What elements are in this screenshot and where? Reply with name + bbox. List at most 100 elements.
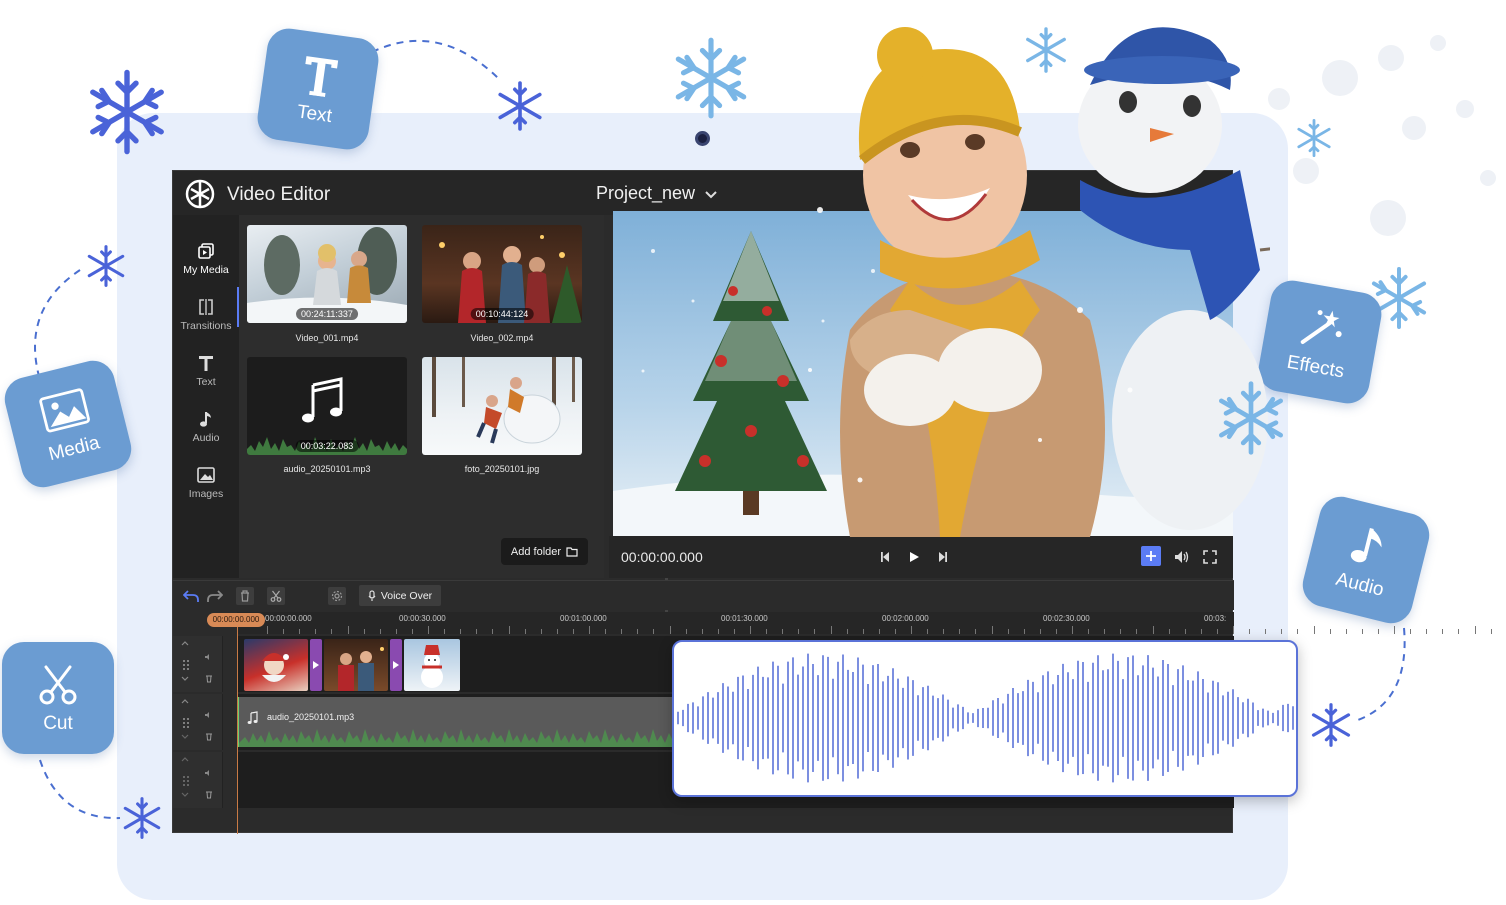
- timeline-video-clip[interactable]: [244, 639, 308, 691]
- ruler-tick: [347, 626, 349, 634]
- snowflake-icon: [494, 78, 546, 134]
- ruler-tick: [299, 629, 301, 634]
- media-stack-icon: [196, 241, 216, 261]
- media-filename: audio_20250101.mp3: [283, 464, 371, 474]
- feature-tile-label: Effects: [1285, 351, 1346, 383]
- ruler-tick: [1088, 629, 1090, 634]
- settings-gear-icon[interactable]: [328, 587, 346, 605]
- player-controls: 00:00:00.000: [609, 536, 1233, 578]
- track-controls: [173, 694, 223, 750]
- snowflake-icon: [1308, 700, 1354, 750]
- voice-over-button[interactable]: Voice Over: [359, 585, 441, 606]
- ruler-tick: [782, 629, 784, 634]
- feature-tile-cut: Cut: [2, 642, 114, 754]
- plus-icon: [1146, 551, 1156, 561]
- media-thumbnail[interactable]: 00:03:22.083: [247, 357, 407, 455]
- sidebar-item-transitions[interactable]: Transitions: [173, 289, 239, 339]
- ruler-tick: [1361, 629, 1363, 634]
- media-filename: Video_002.mp4: [470, 333, 534, 343]
- ruler-tick: [1394, 626, 1395, 634]
- scissors-icon[interactable]: [267, 587, 285, 605]
- ruler-label: 00:00:30.000: [399, 614, 446, 623]
- audio-clip-name: audio_20250101.mp3: [267, 712, 355, 722]
- music-note-icon: [247, 711, 258, 724]
- feature-tile-label: Media: [46, 432, 102, 466]
- feature-tile-label: Text: [295, 101, 334, 128]
- sidebar-item-images[interactable]: Images: [173, 457, 239, 507]
- step-back-icon[interactable]: [877, 548, 895, 566]
- feature-tile-text: Text: [254, 25, 382, 153]
- sidebar-item-text[interactable]: Text: [173, 345, 239, 395]
- add-folder-button[interactable]: Add folder: [501, 538, 588, 565]
- ruler-tick: [1490, 629, 1492, 634]
- ruler-tick: [911, 626, 912, 634]
- snowflake-icon: [668, 28, 754, 128]
- add-to-timeline-button[interactable]: [1141, 546, 1161, 566]
- chevron-down-icon[interactable]: [703, 186, 719, 202]
- delete-icon[interactable]: [236, 587, 254, 605]
- ruler-tick: [1458, 629, 1460, 634]
- ruler-tick: [1152, 626, 1154, 634]
- ruler-tick: [878, 629, 880, 634]
- player-timecode: 00:00:00.000: [621, 549, 703, 565]
- track-controls: [173, 636, 223, 692]
- media-duration: 00:24:11:337: [296, 308, 358, 320]
- ruler-tick: [717, 629, 719, 634]
- play-small-icon: [313, 661, 319, 669]
- project-name-dropdown[interactable]: Project_new: [596, 183, 695, 204]
- media-thumbnail[interactable]: 00:10:44:124: [422, 225, 582, 323]
- snowflake-icon: [84, 242, 128, 290]
- ruler-tick: [959, 629, 961, 634]
- ruler-tick: [798, 629, 800, 634]
- media-thumbnail[interactable]: [422, 357, 582, 455]
- snowflake-icon: [1294, 116, 1334, 160]
- ruler-tick: [1055, 629, 1057, 634]
- media-filename: Video_001.mp4: [295, 333, 359, 343]
- ruler-tick: [589, 626, 590, 634]
- ruler-tick: [1104, 629, 1106, 634]
- volume-icon[interactable]: [1173, 548, 1191, 566]
- play-icon[interactable]: [905, 548, 923, 566]
- snowflake-icon: [120, 794, 164, 842]
- timeline-image-clip[interactable]: [404, 639, 460, 691]
- ruler-tick: [572, 629, 574, 634]
- ruler-tick: [524, 629, 526, 634]
- playhead-time[interactable]: 00:00:00.000: [207, 613, 265, 627]
- media-thumbnail[interactable]: 00:24:11:337: [247, 225, 407, 323]
- ruler-tick: [975, 629, 977, 634]
- ruler-label: 00:01:30.000: [721, 614, 768, 623]
- ruler-tick: [444, 629, 446, 634]
- text-icon: [196, 353, 216, 373]
- image-icon: [196, 465, 216, 485]
- sidebar-item-label: Transitions: [180, 319, 232, 332]
- ruler-tick: [411, 629, 413, 634]
- playhead-line[interactable]: [237, 627, 238, 834]
- timeline-video-clip[interactable]: [324, 639, 388, 691]
- text-icon: [294, 49, 346, 101]
- undo-icon[interactable]: [182, 587, 200, 605]
- ruler-tick: [1136, 629, 1138, 634]
- track-controls: [173, 752, 223, 808]
- sidebar-item-audio[interactable]: Audio: [173, 401, 239, 451]
- snowflake-icon: [82, 62, 172, 162]
- fullscreen-icon[interactable]: [1201, 548, 1219, 566]
- ruler-tick: [1168, 629, 1170, 634]
- folder-icon: [566, 546, 578, 557]
- timeline-ruler[interactable]: 00:00:00.000 00:00:30.000 00:01:00.000 0…: [237, 612, 1492, 634]
- ruler-tick: [1072, 626, 1073, 634]
- app-logo-icon: [185, 179, 215, 209]
- ruler-label: 00:03:: [1204, 614, 1227, 623]
- transition-marker[interactable]: [390, 639, 402, 691]
- sidebar-item-my-media[interactable]: My Media: [173, 233, 239, 283]
- microphone-icon: [368, 589, 376, 601]
- ruler-tick: [1200, 629, 1202, 634]
- step-forward-icon[interactable]: [933, 548, 951, 566]
- timeline-audio-clip[interactable]: audio_20250101.mp3: [237, 697, 697, 747]
- transitions-icon: [196, 297, 216, 317]
- ruler-tick: [1329, 629, 1331, 634]
- ruler-tick: [846, 629, 848, 634]
- transition-marker[interactable]: [310, 639, 322, 691]
- ruler-tick: [331, 629, 333, 634]
- redo-icon[interactable]: [206, 587, 224, 605]
- marketing-stage: Text Media Effects Audio Cut Video Edito…: [0, 0, 1506, 905]
